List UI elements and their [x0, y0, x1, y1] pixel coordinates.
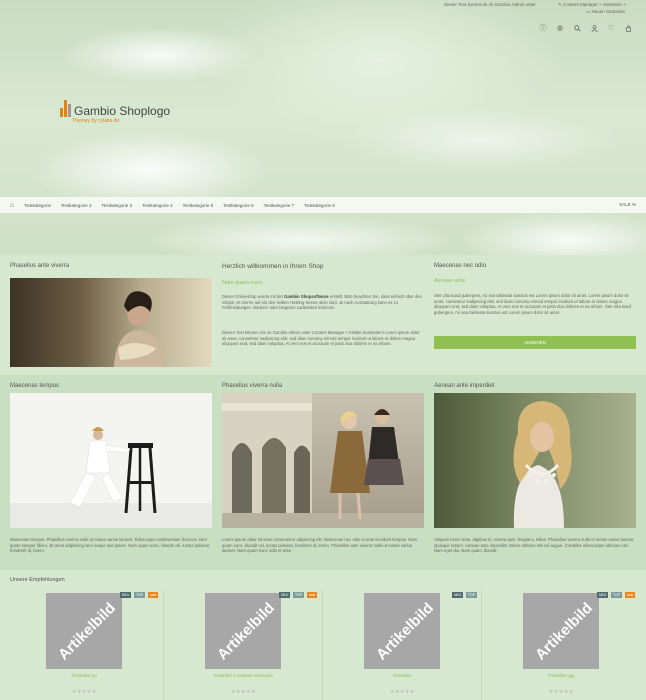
badge-new: NEU: [597, 592, 609, 598]
shop-logo[interactable]: Gambio Shoplogo Themey by cylabs.de: [60, 100, 171, 124]
product-name[interactable]: Testartikel ggg: [501, 673, 621, 678]
welcome-paragraph-2: Diesen Text können Sie im Gambio Admin u…: [222, 330, 420, 347]
teaser-text-3: Aliquam lorem ante, dapibus in, viverra …: [434, 537, 635, 554]
start-page-link[interactable]: ▭ Neuen Startseite: [586, 9, 625, 15]
product-name[interactable]: Testartikel: [342, 673, 462, 678]
nav-item-8[interactable]: Testkategorie 8: [304, 203, 335, 208]
badge-top: TOP: [611, 592, 623, 598]
hero-header: Dieser Text kommt du im Gambio Admin unt…: [0, 0, 646, 255]
nav-item-3[interactable]: Testkategorie 3: [102, 203, 133, 208]
product-name[interactable]: Testartikel a mattisss consequat: [183, 673, 303, 678]
heart-icon[interactable]: ♡: [607, 24, 615, 32]
product-image[interactable]: Artikelbild: [46, 593, 122, 669]
logo-name: Gambio Shoplogo: [74, 104, 171, 118]
rating-stars: ★★★★★: [549, 689, 574, 695]
logo-mark: [60, 100, 71, 117]
welcome-title: Herzlich willkommen in Ihrem Shop: [222, 263, 324, 270]
nav-item-7[interactable]: Testkategorie 7: [264, 203, 295, 208]
rating-stars: ★★★★★: [231, 689, 256, 695]
nav-item-1[interactable]: Testkategorie: [24, 203, 51, 208]
product-divider: [481, 590, 482, 700]
view-button[interactable]: ANSEHEN: [434, 336, 636, 349]
teaser-title-3: Aenean ante imperdiet: [434, 383, 495, 389]
home-icon[interactable]: ⌂: [10, 202, 14, 209]
product-image[interactable]: Artikelbild: [364, 593, 440, 669]
content-manager-text: Content Manager > Startseite >: [563, 2, 626, 7]
header-icon-bar: ⓘ ◍ ♡: [539, 24, 632, 32]
top-notice: Dieser Text kommt du im Gambio Admin unt…: [444, 2, 536, 7]
nav-item-2[interactable]: Testkategorie 3: [61, 203, 92, 208]
right-column-title: Maecenas nec odio: [434, 263, 487, 269]
teaser-title-1: Maecenas tempus: [10, 383, 60, 389]
two-women-arcade-image[interactable]: [222, 393, 424, 528]
product-divider: [322, 590, 323, 700]
product-image-placeholder: Artikelbild: [532, 599, 596, 664]
woman-white-stool-image[interactable]: [10, 393, 212, 528]
badge-top: TOP: [466, 592, 478, 598]
badge-top: TOP: [293, 592, 305, 598]
product-image-placeholder: Artikelbild: [55, 599, 119, 664]
badge-sale: sale: [148, 592, 159, 598]
right-column-subtitle: Aenean ante: [434, 278, 466, 284]
search-icon[interactable]: [573, 24, 581, 32]
blonde-woman-image[interactable]: [434, 393, 636, 528]
badge-sale: sale: [307, 592, 318, 598]
badge-new: NEU: [279, 592, 291, 598]
product-name[interactable]: Testartikel yui: [24, 673, 144, 678]
badge-new: NEU: [452, 592, 464, 598]
nav-item-6[interactable]: Testkategorie 6: [223, 203, 254, 208]
main-navigation: ⌂ Testkategorie Testkategorie 3 Testkate…: [0, 197, 646, 213]
product-image[interactable]: Artikelbild: [523, 593, 599, 669]
nav-item-5[interactable]: Testkategorie 5: [183, 203, 214, 208]
badge-top: TOP: [134, 592, 146, 598]
badge-sale: sale: [625, 592, 636, 598]
badge-new: NEU: [120, 592, 132, 598]
product-image-placeholder: Artikelbild: [214, 599, 278, 664]
teaser-title-2: Phasellus viverra nulla: [222, 383, 283, 389]
teaser-text-2: Lorem ipsum dolor sit amet consectetur a…: [222, 537, 418, 554]
start-page-text: Neuen Startseite: [591, 9, 626, 14]
product-image[interactable]: Artikelbild: [205, 593, 281, 669]
info-icon[interactable]: ⓘ: [539, 24, 547, 32]
welcome-paragraph-1: Dieser Onlineshop wurde mit der Gambio S…: [222, 294, 422, 311]
cart-icon[interactable]: [624, 24, 632, 32]
nav-sale[interactable]: SALE %: [619, 202, 636, 207]
teaser-text-1: Maecenas tempus. Phasellus viverra nulla…: [10, 537, 211, 554]
product-divider: [163, 590, 164, 700]
recommendations-title: Unsere Empfehlungen: [10, 577, 65, 583]
welcome-subtitle: Nam quam nunc: [222, 280, 263, 286]
user-icon[interactable]: [590, 24, 598, 32]
globe-icon[interactable]: ◍: [556, 24, 564, 32]
right-column-paragraph: Stet clita kasd gubergren, no sea takima…: [434, 293, 631, 315]
nav-item-4[interactable]: Testkategorie 4: [142, 203, 173, 208]
logo-subtitle: Themey by cylabs.de: [72, 118, 120, 124]
rating-stars: ★★★★★: [72, 689, 97, 695]
product-image-placeholder: Artikelbild: [373, 599, 437, 664]
rating-stars: ★★★★★: [390, 689, 415, 695]
content-manager-link[interactable]: ✎ Content Manager > Startseite >: [558, 2, 626, 8]
left-column-title: Phasellus ante viverra: [10, 263, 70, 269]
woman-portrait-image[interactable]: [10, 278, 212, 367]
